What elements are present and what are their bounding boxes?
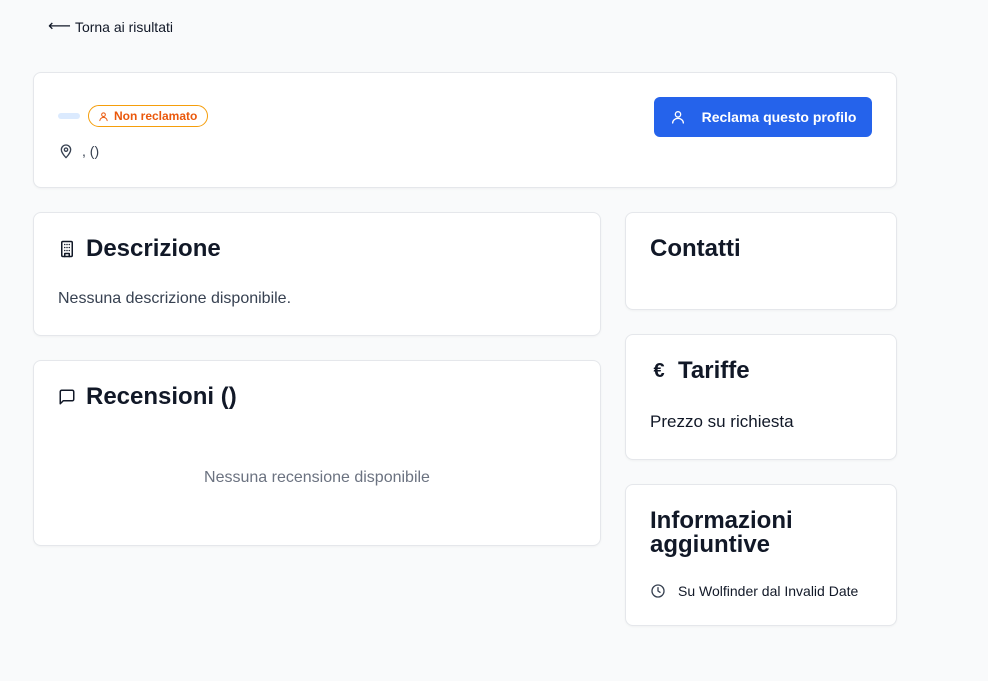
additional-info-title: Informazioni aggiuntive (650, 507, 793, 558)
contacts-heading: Contatti (650, 235, 741, 263)
back-link-label: Torna ai risultati (74, 19, 173, 35)
message-square-icon (59, 389, 75, 405)
unclaimed-badge: Non reclamato (88, 105, 209, 127)
reviews-empty-text: Nessuna recensione disponibile (204, 469, 430, 486)
profile-name-placeholder (58, 113, 80, 119)
rates-text: Prezzo su richiesta (650, 412, 794, 431)
rates-title: Tariffe (678, 357, 750, 384)
member-since-text: Su Wolfinder dal Invalid Date (678, 583, 859, 599)
description-text: Nessuna descrizione disponibile. (58, 290, 292, 307)
user-icon (99, 111, 108, 121)
building-icon (61, 240, 73, 258)
map-pin-icon (60, 144, 72, 159)
claim-profile-button[interactable]: Reclama questo profilo (654, 97, 872, 137)
claim-button-label: Reclama questo profilo (701, 109, 857, 125)
clock-icon (651, 584, 665, 598)
contacts-title: Contatti (650, 235, 741, 262)
profile-location: , () (58, 143, 99, 159)
description-card: Descrizione Nessuna descrizione disponib… (33, 212, 601, 336)
reviews-heading: Recensioni () (58, 383, 237, 411)
euro-icon: € (653, 359, 665, 382)
member-since-line: Su Wolfinder dal Invalid Date (650, 583, 858, 599)
badge-label: Non reclamato (114, 109, 198, 123)
contacts-card: Contatti (625, 212, 897, 310)
additional-info-card: Informazioni aggiuntive Su Wolfinder dal… (625, 484, 897, 626)
description-title: Descrizione (86, 235, 221, 262)
reviews-title: Recensioni () (86, 383, 237, 410)
profile-header-card: Non reclamato , () Reclama questo profil… (33, 72, 897, 188)
user-icon (671, 111, 684, 124)
rates-heading: € Tariffe (650, 357, 750, 385)
reviews-card: Recensioni () Nessuna recensione disponi… (33, 360, 601, 546)
back-to-results-link[interactable]: ⟵ Torna ai risultati (48, 18, 173, 36)
arrow-left-icon: ⟵ (48, 18, 71, 35)
location-text: , () (82, 143, 100, 159)
additional-info-heading: Informazioni aggiuntive (650, 509, 850, 557)
rates-card: € Tariffe Prezzo su richiesta (625, 334, 897, 460)
description-heading: Descrizione (58, 235, 221, 263)
